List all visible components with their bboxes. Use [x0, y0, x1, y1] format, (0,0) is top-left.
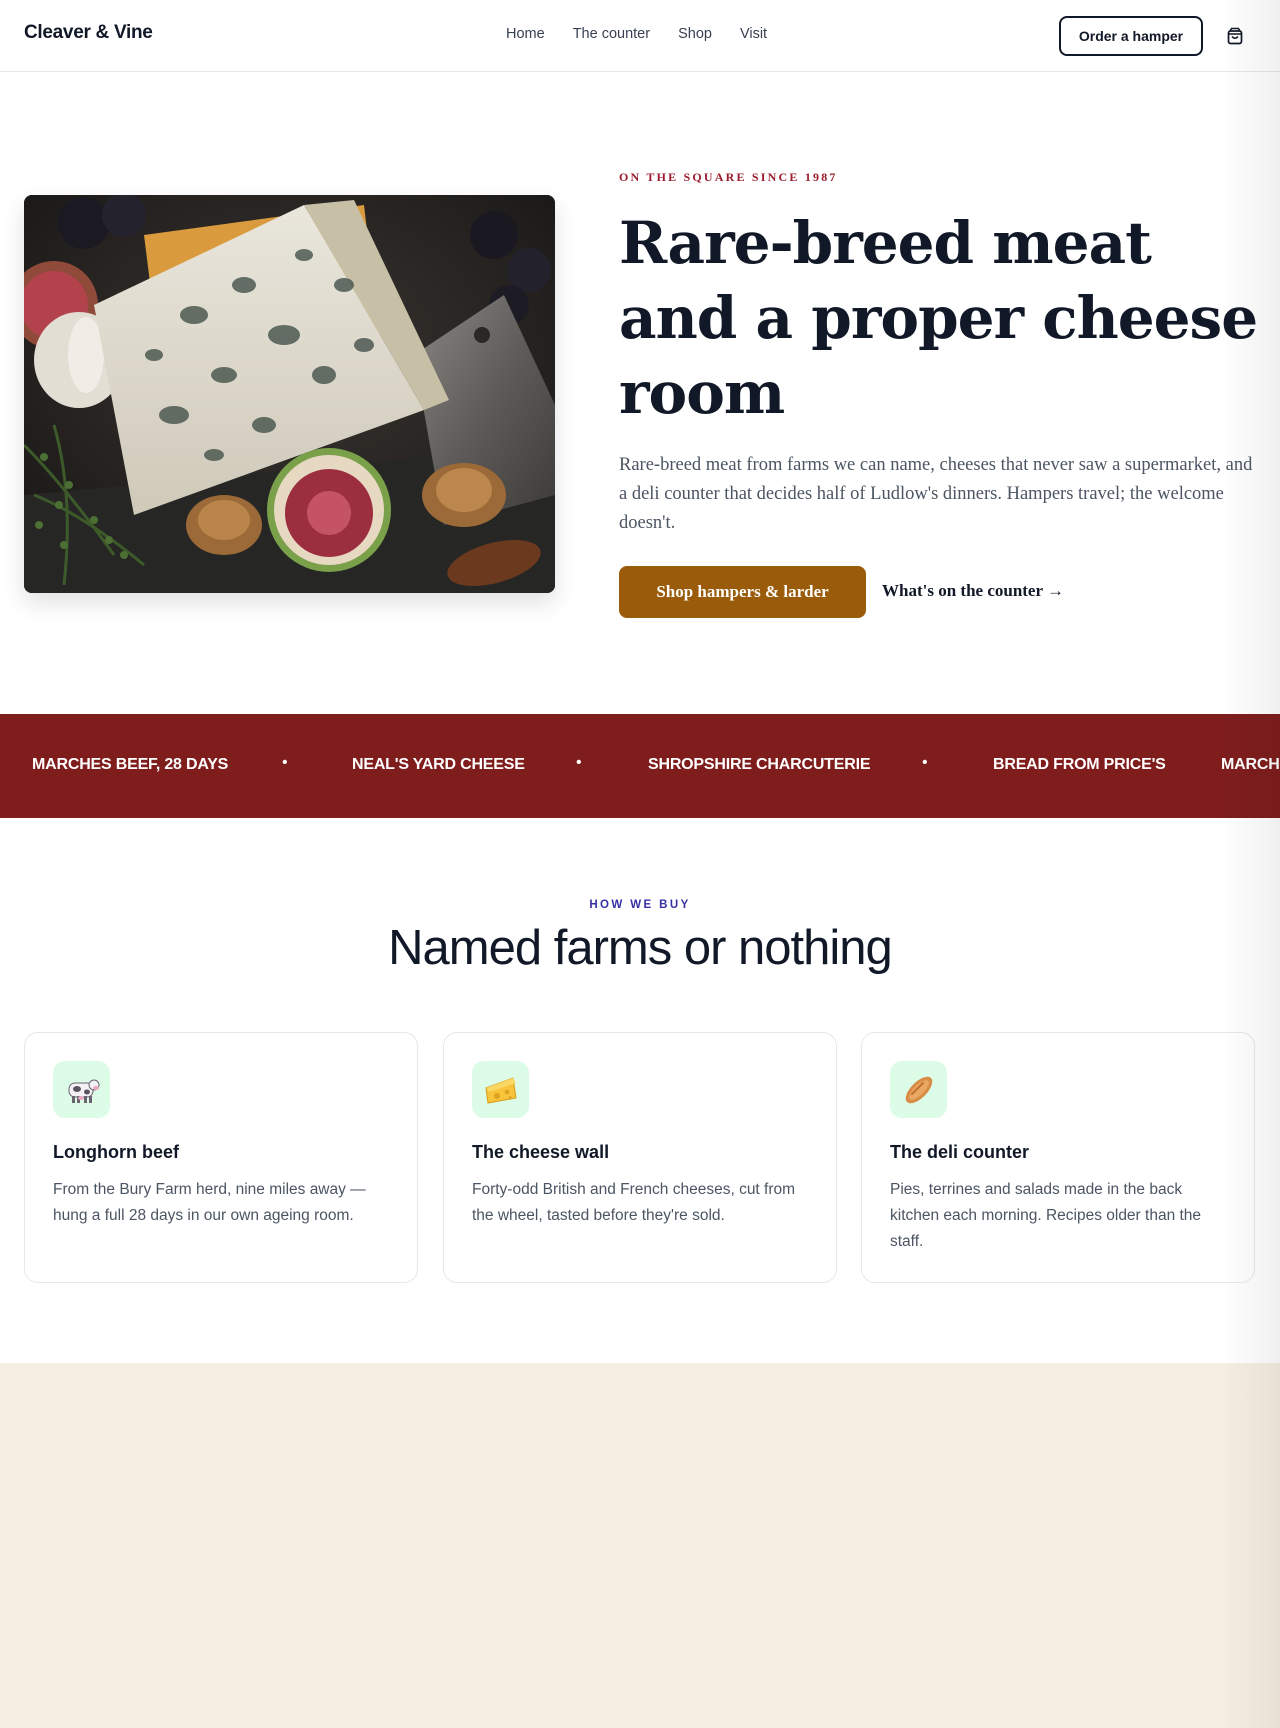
card-body: From the Bury Farm herd, nine miles away…: [53, 1181, 366, 1224]
bread-icon: [890, 1061, 947, 1118]
cream-section: [0, 1363, 1280, 1728]
hero-title: Rare-breed meat and a proper cheese room: [619, 209, 1258, 427]
marquee-item: MARCHES BEEF, 28 DAYS: [32, 756, 229, 773]
feature-card-deli-counter: The deli counter Pies, terrines and sala…: [861, 1032, 1255, 1283]
card-body: Forty-odd British and French cheeses, cu…: [472, 1181, 796, 1224]
main-nav: Home The counter Shop Visit: [506, 26, 767, 42]
cow-icon-graphic: [68, 1079, 99, 1103]
marquee-item: BREAD FROM PRICE'S: [993, 756, 1166, 773]
marquee-item: NEAL'S YARD CHEESE: [352, 756, 525, 773]
cheese-icon: [472, 1061, 529, 1118]
section-title: Named farms or nothing: [388, 921, 893, 975]
card-body: Pies, terrines and salads made in the ba…: [890, 1181, 1202, 1250]
site-header: Cleaver & Vine Home The counter Shop Vis…: [0, 0, 1280, 72]
order-hamper-button[interactable]: Order a hamper: [1059, 16, 1203, 56]
marquee-separator: •: [282, 754, 288, 771]
feature-card-cheese-wall: The cheese wall Forty-odd British and Fr…: [443, 1032, 837, 1283]
nav-visit[interactable]: Visit: [740, 26, 767, 42]
nav-the-counter[interactable]: The counter: [573, 26, 650, 42]
hero-eyebrow: ON THE SQUARE SINCE 1987: [619, 170, 838, 184]
cow-icon: [53, 1061, 110, 1118]
shopping-bag-icon[interactable]: [1225, 26, 1245, 46]
bread-icon-graphic: [905, 1076, 932, 1103]
marquee-item: SHROPSHIRE CHARCUTERIE: [648, 756, 871, 773]
shop-hampers-button[interactable]: Shop hampers & larder: [619, 566, 866, 618]
marquee-item: MARCH: [1221, 756, 1280, 773]
section-kicker: HOW WE BUY: [589, 899, 691, 911]
card-title: The cheese wall: [472, 1142, 610, 1162]
feature-card-longhorn-beef: Longhorn beef From the Bury Farm herd, n…: [24, 1032, 418, 1283]
card-title: Longhorn beef: [53, 1142, 179, 1162]
nav-home[interactable]: Home: [506, 26, 545, 42]
supplier-marquee: MARCHES BEEF, 28 DAYS • NEAL'S YARD CHEE…: [0, 714, 1280, 818]
site-logo[interactable]: Cleaver & Vine: [24, 22, 153, 44]
hero-lead: Rare-breed meat from farms we can name, …: [619, 455, 1253, 533]
card-title: The deli counter: [890, 1142, 1030, 1162]
hero-cheese-image: [24, 195, 555, 593]
cheese-icon-graphic: [484, 1076, 517, 1104]
cheese-board-illustration: [24, 195, 555, 593]
marquee-separator: •: [576, 754, 582, 771]
marquee-separator: •: [922, 754, 928, 771]
whats-on-counter-link[interactable]: What's on the counter →: [882, 581, 1064, 601]
page: Cleaver & Vine Home The counter Shop Vis…: [0, 0, 1280, 1728]
nav-shop[interactable]: Shop: [678, 26, 712, 42]
